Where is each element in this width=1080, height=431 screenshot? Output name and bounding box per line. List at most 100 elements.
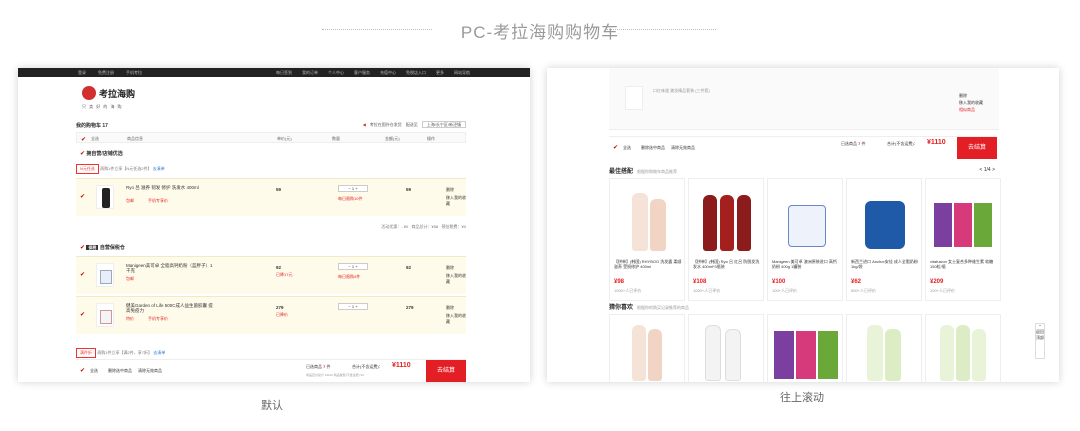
select-all-checkbox[interactable]: ✔: [613, 144, 618, 151]
guess-you-like-title: 猜你喜欢 根据你的购买记录推荐的商品: [609, 305, 690, 311]
promo-bar: N元任选 再购1件立享【N元任选2件】 去凑单: [76, 164, 466, 175]
favorite-link[interactable]: 移入我的收藏: [446, 195, 466, 207]
mobile-link[interactable]: 手机考拉: [126, 70, 142, 76]
favorite-link[interactable]: 移入我的收藏: [446, 273, 466, 285]
back-to-top-button[interactable]: ⌃ 返回顶部: [1035, 323, 1045, 359]
guess-card[interactable]: [767, 314, 843, 382]
address-select[interactable]: 上海/长宁区/新泾镇: [421, 121, 466, 128]
clear-invalid-link[interactable]: 清除无效商品: [138, 368, 162, 374]
store-summary: 活动优惠：- ¥0 商品总计：¥58 预估税费：¥0: [381, 224, 466, 229]
item-checkbox[interactable]: ✔: [80, 271, 85, 278]
kaola-logo[interactable]: 考拉海购 只 卖 好 的 海 购: [82, 86, 152, 112]
guess-card[interactable]: [609, 314, 685, 382]
quantity-stepper[interactable]: − 1 +: [338, 185, 368, 192]
checkout-button[interactable]: 去结算: [957, 137, 997, 159]
quantity-stepper[interactable]: − 1 +: [338, 263, 368, 270]
limit-note: 每日限购4件: [338, 274, 361, 279]
carousel-pager[interactable]: < 1/4 >: [979, 167, 995, 173]
item-amount: 279: [406, 305, 414, 310]
nav-account[interactable]: 个人中心: [328, 70, 344, 76]
quantity-stepper[interactable]: − 1 +: [338, 303, 368, 310]
plus-button[interactable]: +: [354, 264, 357, 269]
register-link[interactable]: 免费注册: [98, 70, 114, 76]
product-name[interactable]: 健美Garden of Life 500C成人益生菌胶囊 提高免疫力: [126, 303, 216, 313]
section-header-bonded: ✔ 保税 自营保税仓: [80, 244, 125, 251]
product-image[interactable]: [96, 303, 114, 327]
section-checkbox[interactable]: ✔: [80, 150, 85, 157]
guess-card[interactable]: [688, 314, 764, 382]
unit-price: 279: [276, 305, 284, 310]
notice-icon: ◀: [362, 122, 366, 127]
checkout-button[interactable]: 去结算: [426, 360, 466, 382]
product-tag2: 手机专享价: [148, 198, 168, 203]
nav-recharge[interactable]: 充值中心: [380, 70, 396, 76]
price-drop-note: 已降价: [276, 312, 288, 317]
delete-link[interactable]: 删除: [446, 305, 454, 311]
caption-default: 默认: [261, 400, 283, 412]
add-items-link[interactable]: 去凑单: [153, 350, 165, 355]
product-tag: 包邮: [126, 198, 134, 203]
nav-dutyfree[interactable]: 免税店入口: [406, 70, 426, 76]
limit-note: 每日限购10件: [338, 196, 363, 201]
favorite-link[interactable]: 移入我的收藏: [446, 313, 466, 325]
best-match-title: 最佳搭配 根据你购物车商品推荐: [609, 169, 678, 175]
product-image: [693, 183, 761, 255]
section-header-store: ✔ 拥自营/店铺优选: [80, 150, 123, 157]
delete-link[interactable]: 删除: [446, 187, 454, 193]
unit-price: 92: [276, 265, 282, 270]
cart-item: ✔ Manigeen美可卓 全脂高钙奶粉（蓝胖子）1千克 包邮 92 已降17元…: [76, 256, 466, 294]
price-drop-note: 已降17元: [276, 272, 293, 277]
product-image[interactable]: [96, 185, 114, 209]
recommend-card[interactable]: Manigeen 美可卓 澳洲原装进口 高钙奶粉 400g 1罐装 ¥100 1…: [767, 178, 843, 301]
cart-count-label: 我的购物车 17: [76, 123, 108, 129]
add-items-link[interactable]: 去凑单: [153, 166, 165, 171]
product-tag: 包邮: [126, 276, 134, 281]
guess-card[interactable]: [925, 314, 1001, 382]
delete-selected-link[interactable]: 删除选中商品: [108, 368, 132, 374]
product-image: [930, 183, 998, 255]
delivery-address: ◀ 考拉在国外仓发货 配送至 上海/长宁区/新泾镇: [363, 121, 466, 128]
cart-item: ✔ Ryo 吕 滋养 韧发 修护 洗发水 400ml 包邮 手机专享价 59 −…: [76, 178, 466, 216]
nav-more[interactable]: 更多: [436, 70, 444, 76]
top-nav-bar: 登录 免费注册 手机考拉 每日签到 我的订单 个人中心 客户服务 充值中心 免税…: [18, 68, 530, 77]
item-checkbox[interactable]: ✔: [80, 193, 85, 200]
unit-price: 59: [276, 187, 282, 192]
recommend-card[interactable]: vitafusion 女士复合多种维生素 软糖 150粒/瓶 ¥209 100+…: [925, 178, 1001, 301]
checkout-bar: ✔ 全选 删除选中商品 清除无效商品 已选商品 7 件 合计(不含运费)： ¥1…: [609, 136, 997, 159]
total-amount: ¥1110: [927, 139, 946, 146]
total-amount: ¥1110: [392, 362, 411, 369]
product-name[interactable]: Ryo 吕 滋养 韧发 修护 洗发水 400ml: [126, 185, 216, 190]
recommend-card[interactable]: 【拼单】(韩国) RHYBOO 洗发露 柔顺滋养 受损修护 400ml ¥98 …: [609, 178, 685, 301]
item-amount: 92: [406, 265, 412, 270]
favorite-link[interactable]: 移入我的收藏: [959, 100, 983, 106]
product-image[interactable]: [625, 86, 643, 110]
nav-service[interactable]: 客户服务: [354, 70, 370, 76]
promo-bar-bottom: 满件折 再购1件立享【满2件，享7折】 去凑单: [76, 348, 466, 358]
product-image[interactable]: [96, 263, 114, 287]
checkout-bar: ✔ 全选 删除选中商品 清除无效商品 已选商品 7 件 合计(不含运费)： ¥1…: [76, 359, 466, 382]
recommend-card[interactable]: 新西兰进口 Anchor安佳 成人全脂奶粉 1kg/袋 ¥62 500+人已评价: [846, 178, 922, 301]
similar-link[interactable]: 相似商品: [959, 107, 975, 113]
plus-button[interactable]: +: [354, 304, 357, 309]
login-link[interactable]: 登录: [78, 70, 86, 76]
delete-link[interactable]: 删除: [959, 93, 967, 99]
item-checkbox[interactable]: ✔: [80, 311, 85, 318]
product-image: [614, 183, 682, 255]
delete-selected-link[interactable]: 删除选中商品: [641, 145, 665, 151]
delete-link[interactable]: 删除: [446, 265, 454, 271]
clear-invalid-link[interactable]: 清除无效商品: [671, 145, 695, 151]
recommend-card[interactable]: 【拼单】(韩国) Ryo 吕 红吕 防脱发洗发水 400ml*3瓶装 ¥108 …: [688, 178, 764, 301]
product-name[interactable]: Manigeen美可卓 全脂高钙奶粉（蓝胖子）1千克: [126, 263, 216, 273]
select-all-checkbox[interactable]: ✔: [80, 367, 85, 374]
plus-button[interactable]: +: [354, 186, 357, 191]
caption-scrolled: 往上滚动: [780, 392, 824, 404]
nav-checkin[interactable]: 每日签到: [276, 70, 292, 76]
select-all-checkbox[interactable]: ✔: [81, 136, 86, 143]
product-image: [772, 183, 840, 255]
page-title: PC-考拉海购购物车: [0, 18, 1080, 43]
section-checkbox[interactable]: ✔: [80, 244, 85, 251]
product-tag: 特价: [126, 316, 134, 321]
guess-card[interactable]: [846, 314, 922, 382]
nav-sitemap[interactable]: 网站导航: [454, 70, 470, 76]
nav-orders[interactable]: 我的订单: [302, 70, 318, 76]
